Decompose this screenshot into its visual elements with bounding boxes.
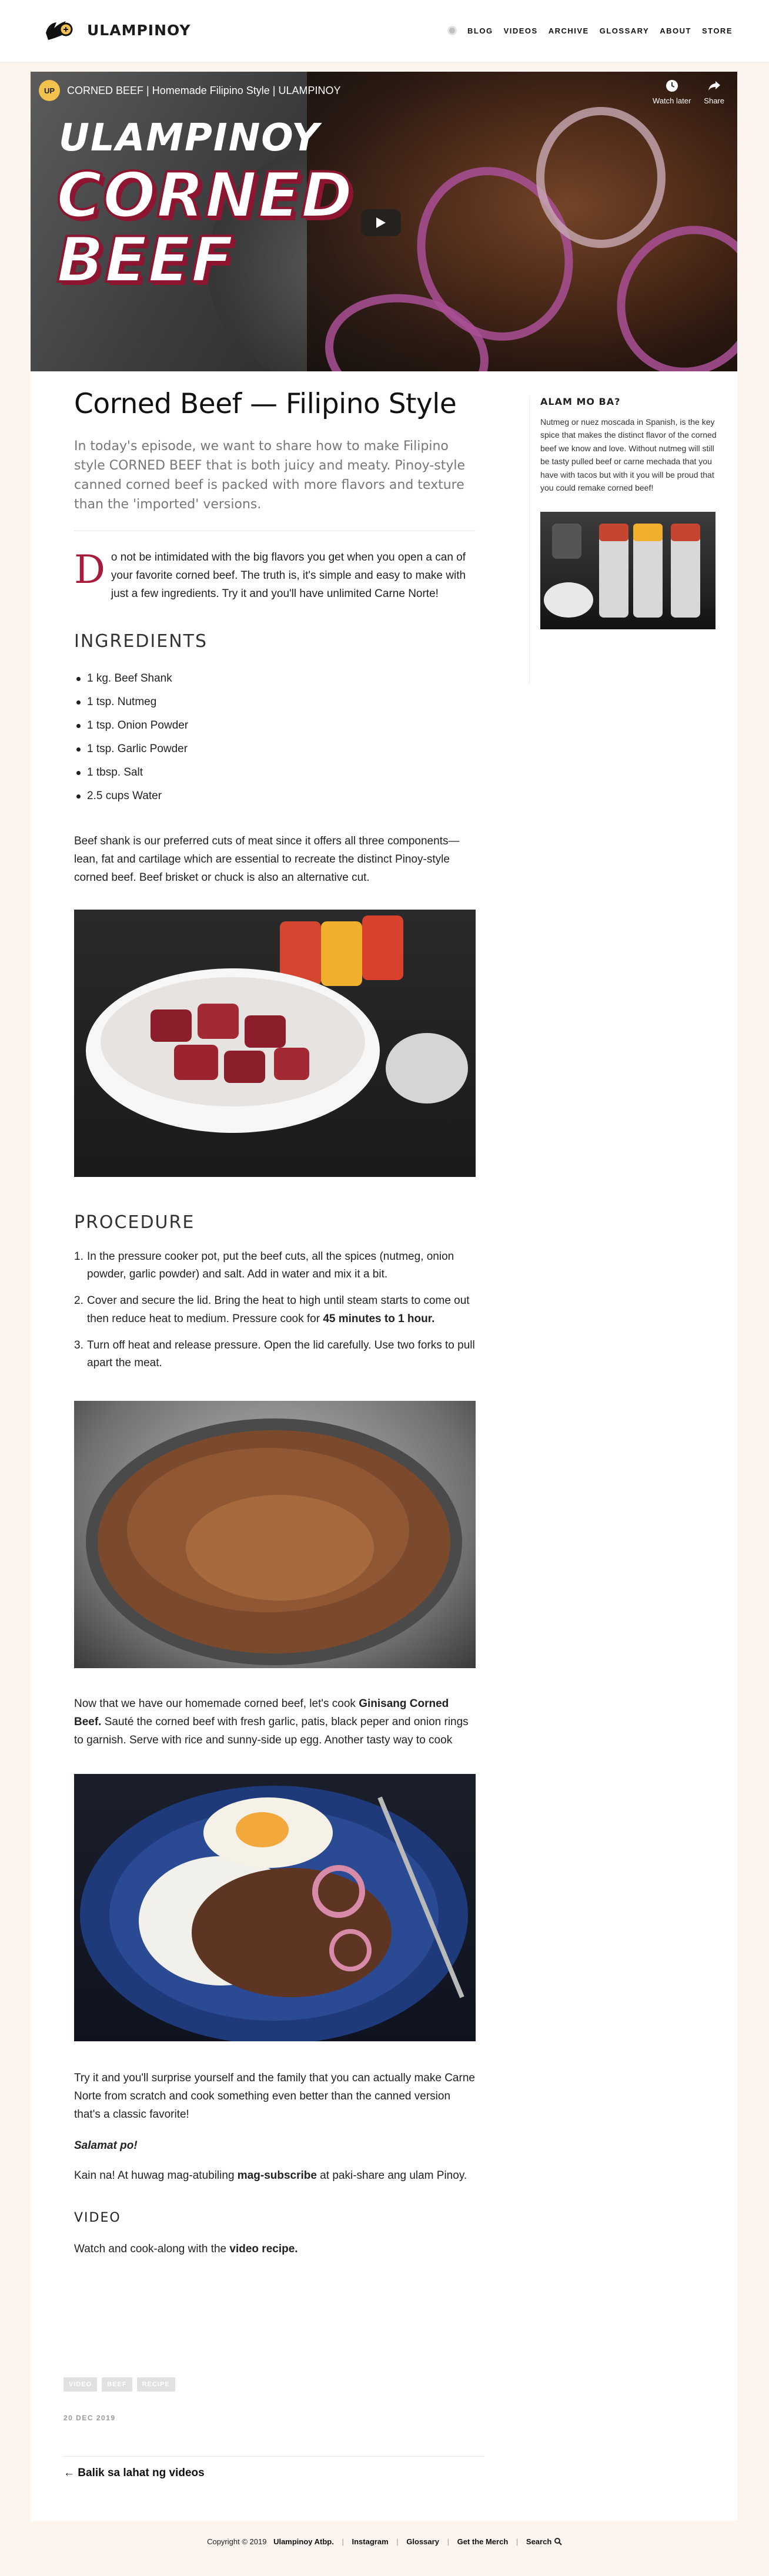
- site-header: ULAMPINOY BLOG VIDEOS ARCHIVE GLOSSARY A…: [0, 0, 769, 62]
- clock-icon: [666, 80, 678, 92]
- video-heading: VIDEO: [74, 2211, 121, 2226]
- separator: |: [516, 2537, 519, 2546]
- sidebar-text: Nutmeg or nuez moscada in Spanish, is th…: [540, 417, 717, 492]
- footer-search-link[interactable]: Search: [526, 2537, 562, 2546]
- spices-illustration: [544, 524, 700, 618]
- ingredient-item: 1 kg. Beef Shank: [74, 667, 476, 690]
- ingredients-heading: INGREDIENTS: [74, 631, 208, 652]
- tag-list: VIDEO BEEF RECIPE: [63, 2377, 175, 2391]
- procedure-list: In the pressure cooker pot, put the beef…: [74, 1248, 476, 1373]
- closing-paragraph: Try it and you'll surprise yourself and …: [74, 2072, 475, 2121]
- site-footer: Copyright © 2019 Ulampinoy Atbp. | Insta…: [0, 2537, 769, 2546]
- video-paragraph: Watch and cook-along with the video reci…: [74, 2243, 298, 2256]
- video-big-title-line2: BEEF: [55, 224, 235, 296]
- footer-brand-link[interactable]: Ulampinoy Atbp.: [273, 2537, 334, 2546]
- raw-beef-illustration: [86, 915, 468, 1133]
- share-label: Share: [704, 96, 724, 105]
- channel-avatar[interactable]: UP: [39, 80, 60, 101]
- copyright-text: Copyright © 2019: [207, 2537, 267, 2546]
- watch-later-label: Watch later: [653, 96, 691, 105]
- pulled-beef-photo: [74, 1401, 476, 1669]
- search-icon: [554, 2538, 562, 2545]
- procedure-step: In the pressure cooker pot, put the beef…: [74, 1248, 454, 1281]
- post-date: 20 DEC 2019: [63, 2414, 116, 2422]
- video-actions: Watch later Share: [653, 79, 724, 105]
- ginisang-paragraph: Now that we have our homemade corned bee…: [74, 1698, 469, 1746]
- article-lede: In today's episode, we want to share how…: [74, 437, 476, 531]
- drop-cap: D: [74, 547, 105, 592]
- video-brand-text: ULAMPINOY: [59, 116, 320, 160]
- ingredient-item: 1 tsp. Nutmeg: [74, 690, 476, 714]
- tag-beef[interactable]: BEEF: [102, 2377, 132, 2391]
- play-icon: [376, 217, 386, 228]
- ingredient-item: 1 tsp. Onion Powder: [74, 714, 476, 737]
- article: Corned Beef — Filipino Style In today's …: [74, 388, 476, 2259]
- salamat-text: Salamat po!: [74, 2139, 138, 2152]
- onion-ring-image: [536, 107, 666, 248]
- video-big-title-line1: CORNED: [55, 159, 354, 232]
- cut-note-paragraph: Beef shank is our preferred cuts of meat…: [74, 835, 460, 884]
- procedure-step: Turn off heat and release pressure. Open…: [74, 1337, 475, 1370]
- ingredients-list: 1 kg. Beef Shank 1 tsp. Nutmeg 1 tsp. On…: [74, 667, 476, 808]
- ingredient-item: 1 tbsp. Salt: [74, 761, 476, 784]
- ginisang-plate-photo: [74, 1774, 476, 2042]
- spices-photo: [540, 512, 715, 630]
- share-icon: [708, 81, 720, 90]
- sidebar-title: ALAM MO BA?: [540, 396, 621, 407]
- main-nav: BLOG VIDEOS ARCHIVE GLOSSARY ABOUT STORE: [447, 26, 733, 35]
- video-channel: UP CORNED BEEF | Homemade Filipino Style…: [39, 80, 340, 101]
- nav-videos[interactable]: VIDEOS: [504, 26, 538, 35]
- pulled-beef-illustration: [86, 1418, 462, 1666]
- separator: |: [396, 2537, 399, 2546]
- procedure-step: Cover and secure the lid. Bring the heat…: [74, 1292, 470, 1325]
- video-title[interactable]: CORNED BEEF | Homemade Filipino Style | …: [67, 85, 340, 97]
- page-title: Corned Beef — Filipino Style: [74, 388, 457, 420]
- nav-about[interactable]: ABOUT: [660, 26, 691, 35]
- play-button[interactable]: [361, 209, 401, 236]
- nav-store[interactable]: STORE: [702, 26, 733, 35]
- logo-text: ULAMPINOY: [87, 21, 191, 39]
- procedure-heading: PROCEDURE: [74, 1212, 195, 1233]
- ingredient-item: 1 tsp. Garlic Powder: [74, 737, 476, 761]
- ingredient-item: 2.5 cups Water: [74, 784, 476, 808]
- nav-glossary[interactable]: GLOSSARY: [600, 26, 649, 35]
- back-to-videos-link[interactable]: ← Balik sa lahat ng videos: [63, 2467, 205, 2480]
- footer-instagram-link[interactable]: Instagram: [352, 2537, 389, 2546]
- intro-text: o not be intimidated with the big flavor…: [111, 551, 466, 600]
- divider: [63, 2456, 484, 2457]
- nav-blog[interactable]: BLOG: [467, 26, 493, 35]
- separator: |: [342, 2537, 344, 2546]
- site-logo[interactable]: ULAMPINOY: [42, 15, 190, 45]
- watch-later-button[interactable]: Watch later: [653, 79, 691, 105]
- tag-recipe[interactable]: RECIPE: [136, 2377, 175, 2391]
- footer-merch-link[interactable]: Get the Merch: [457, 2537, 509, 2546]
- video-recipe-link[interactable]: video recipe.: [229, 2243, 297, 2255]
- logo-mark-icon: [46, 21, 73, 40]
- theme-toggle-icon[interactable]: [447, 26, 457, 35]
- tag-video[interactable]: VIDEO: [63, 2377, 98, 2391]
- sidebar: ALAM MO BA? Nutmeg or nuez moscada in Sp…: [529, 396, 717, 684]
- video-player[interactable]: UP CORNED BEEF | Homemade Filipino Style…: [31, 72, 737, 371]
- nav-archive[interactable]: ARCHIVE: [549, 26, 589, 35]
- raw-beef-photo: [74, 909, 476, 1177]
- footer-glossary-link[interactable]: Glossary: [406, 2537, 439, 2546]
- intro-paragraph: Do not be intimidated with the big flavo…: [74, 549, 476, 603]
- plate-illustration: [80, 1786, 468, 2042]
- separator: |: [447, 2537, 449, 2546]
- share-button[interactable]: Share: [704, 79, 724, 105]
- subscribe-paragraph: Kain na! At huwag mag-atubiling mag-subs…: [74, 2169, 467, 2182]
